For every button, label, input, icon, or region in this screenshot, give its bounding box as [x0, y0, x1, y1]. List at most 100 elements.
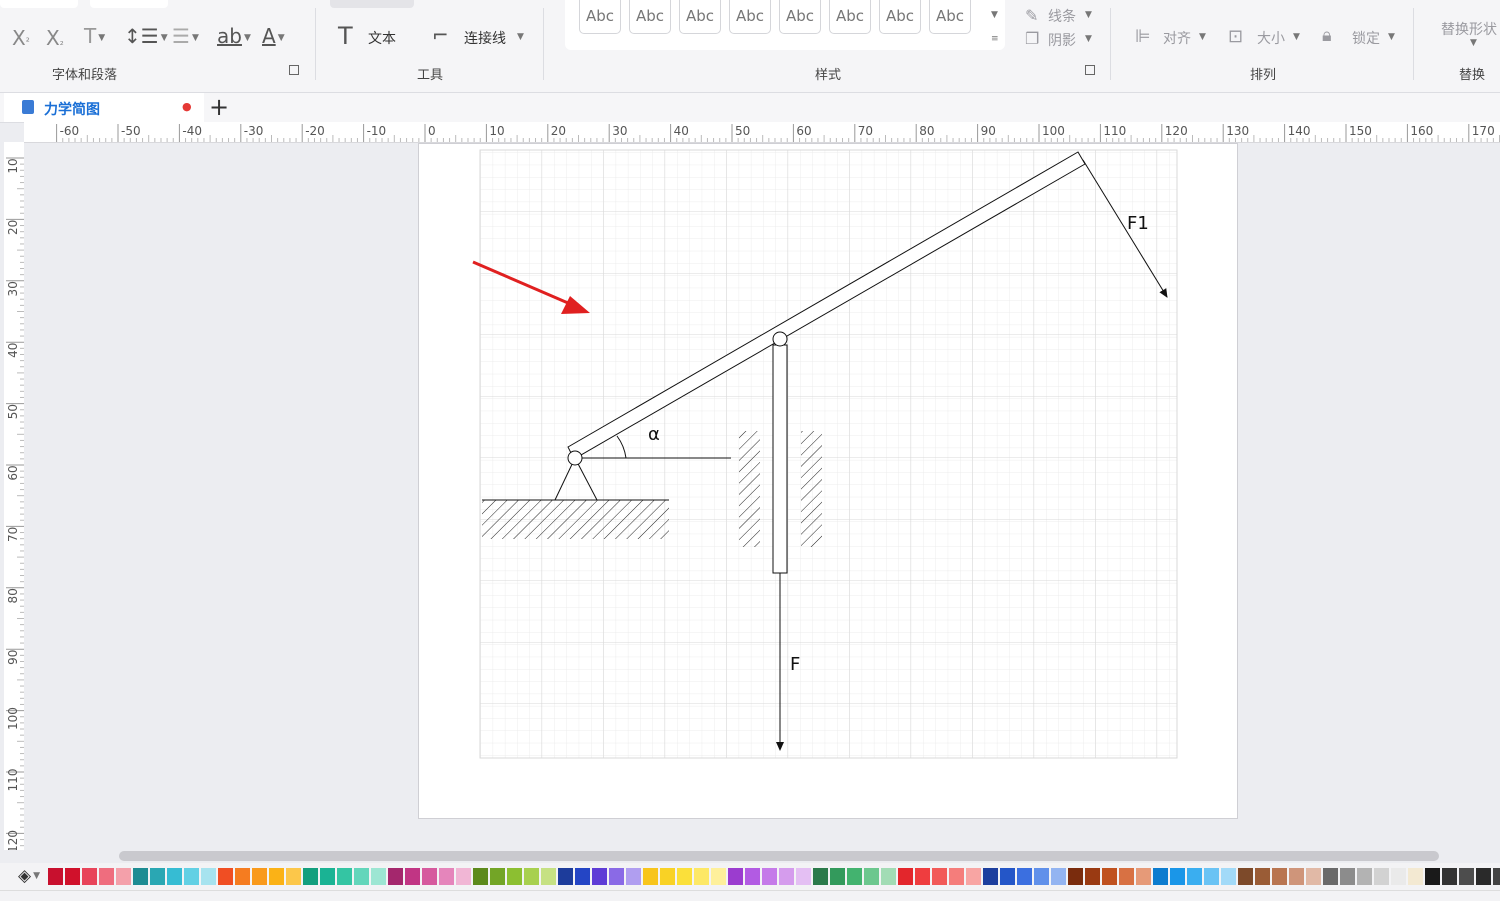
color-swatch[interactable] — [1391, 868, 1406, 885]
color-swatch[interactable] — [1493, 868, 1500, 885]
color-swatch[interactable] — [1204, 868, 1219, 885]
color-swatch[interactable] — [167, 868, 182, 885]
color-swatch[interactable] — [524, 868, 539, 885]
color-swatch[interactable] — [1017, 868, 1032, 885]
color-swatch[interactable] — [949, 868, 964, 885]
color-swatch[interactable] — [779, 868, 794, 885]
color-swatch[interactable] — [354, 868, 369, 885]
slider-rod — [772, 344, 788, 574]
color-swatch[interactable] — [99, 868, 114, 885]
guide-left-hatch — [739, 431, 760, 547]
color-swatch[interactable] — [1374, 868, 1389, 885]
color-swatch[interactable] — [1102, 868, 1117, 885]
color-swatch[interactable] — [1000, 868, 1015, 885]
color-swatch[interactable] — [830, 868, 845, 885]
color-swatch[interactable] — [1442, 868, 1457, 885]
force-f-label: F — [790, 654, 800, 675]
color-swatch[interactable] — [983, 868, 998, 885]
color-swatch[interactable] — [490, 868, 505, 885]
color-swatch[interactable] — [541, 868, 556, 885]
color-swatch[interactable] — [320, 868, 335, 885]
color-swatch[interactable] — [1476, 868, 1491, 885]
color-swatch[interactable] — [473, 868, 488, 885]
color-swatch[interactable] — [1357, 868, 1372, 885]
color-swatch[interactable] — [1255, 868, 1270, 885]
ground-hatch — [482, 500, 669, 539]
color-swatch[interactable] — [864, 868, 879, 885]
color-swatch[interactable] — [626, 868, 641, 885]
color-swatch[interactable] — [337, 868, 352, 885]
color-swatch[interactable] — [1289, 868, 1304, 885]
color-swatch[interactable] — [694, 868, 709, 885]
color-swatch[interactable] — [252, 868, 267, 885]
color-swatch[interactable] — [371, 868, 386, 885]
color-swatch[interactable] — [609, 868, 624, 885]
color-swatch[interactable] — [728, 868, 743, 885]
horizontal-scrollbar[interactable] — [119, 851, 1439, 861]
color-swatch[interactable] — [966, 868, 981, 885]
color-swatch[interactable] — [405, 868, 420, 885]
color-swatch[interactable] — [82, 868, 97, 885]
color-swatch[interactable] — [1340, 868, 1355, 885]
color-swatch[interactable] — [269, 868, 284, 885]
status-bar — [0, 890, 1500, 901]
color-swatch[interactable] — [813, 868, 828, 885]
color-swatch[interactable] — [558, 868, 573, 885]
fill-bucket-icon[interactable]: ◈ ▼ — [18, 866, 40, 886]
color-swatch[interactable] — [201, 868, 216, 885]
color-swatch[interactable] — [847, 868, 862, 885]
color-swatch[interactable] — [1238, 868, 1253, 885]
color-swatch[interactable] — [1051, 868, 1066, 885]
color-swatch[interactable] — [422, 868, 437, 885]
color-swatch[interactable] — [1306, 868, 1321, 885]
color-swatch[interactable] — [48, 868, 63, 885]
color-swatch[interactable] — [133, 868, 148, 885]
color-swatch[interactable] — [575, 868, 590, 885]
color-swatch[interactable] — [592, 868, 607, 885]
color-swatch[interactable] — [456, 868, 471, 885]
color-swatch[interactable] — [507, 868, 522, 885]
color-swatch[interactable] — [1323, 868, 1338, 885]
color-swatch[interactable] — [184, 868, 199, 885]
color-swatch[interactable] — [677, 868, 692, 885]
color-swatch[interactable] — [1153, 868, 1168, 885]
color-swatch[interactable] — [286, 868, 301, 885]
top-joint — [772, 331, 788, 347]
color-swatch[interactable] — [303, 868, 318, 885]
color-swatch[interactable] — [711, 868, 726, 885]
color-swatch-list — [48, 868, 1500, 886]
color-swatch[interactable] — [1187, 868, 1202, 885]
color-swatch[interactable] — [881, 868, 896, 885]
color-swatch[interactable] — [1425, 868, 1440, 885]
color-palette-bar: ◈ ▼ — [0, 863, 1500, 890]
color-swatch[interactable] — [643, 868, 658, 885]
angle-label: α — [648, 424, 660, 445]
color-swatch[interactable] — [745, 868, 760, 885]
color-swatch[interactable] — [660, 868, 675, 885]
color-swatch[interactable] — [1068, 868, 1083, 885]
color-swatch[interactable] — [150, 868, 165, 885]
color-swatch[interactable] — [1034, 868, 1049, 885]
color-swatch[interactable] — [1408, 868, 1423, 885]
color-swatch[interactable] — [218, 868, 233, 885]
color-swatch[interactable] — [439, 868, 454, 885]
pivot-joint — [567, 450, 583, 466]
color-swatch[interactable] — [1085, 868, 1100, 885]
color-swatch[interactable] — [1221, 868, 1236, 885]
color-swatch[interactable] — [116, 868, 131, 885]
color-swatch[interactable] — [1119, 868, 1134, 885]
color-swatch[interactable] — [915, 868, 930, 885]
grid-area — [479, 149, 1178, 759]
force-f1-label: F1 — [1127, 213, 1149, 234]
color-swatch[interactable] — [235, 868, 250, 885]
color-swatch[interactable] — [1272, 868, 1287, 885]
color-swatch[interactable] — [388, 868, 403, 885]
color-swatch[interactable] — [932, 868, 947, 885]
color-swatch[interactable] — [1170, 868, 1185, 885]
color-swatch[interactable] — [65, 868, 80, 885]
color-swatch[interactable] — [1459, 868, 1474, 885]
color-swatch[interactable] — [898, 868, 913, 885]
color-swatch[interactable] — [762, 868, 777, 885]
color-swatch[interactable] — [1136, 868, 1151, 885]
color-swatch[interactable] — [796, 868, 811, 885]
